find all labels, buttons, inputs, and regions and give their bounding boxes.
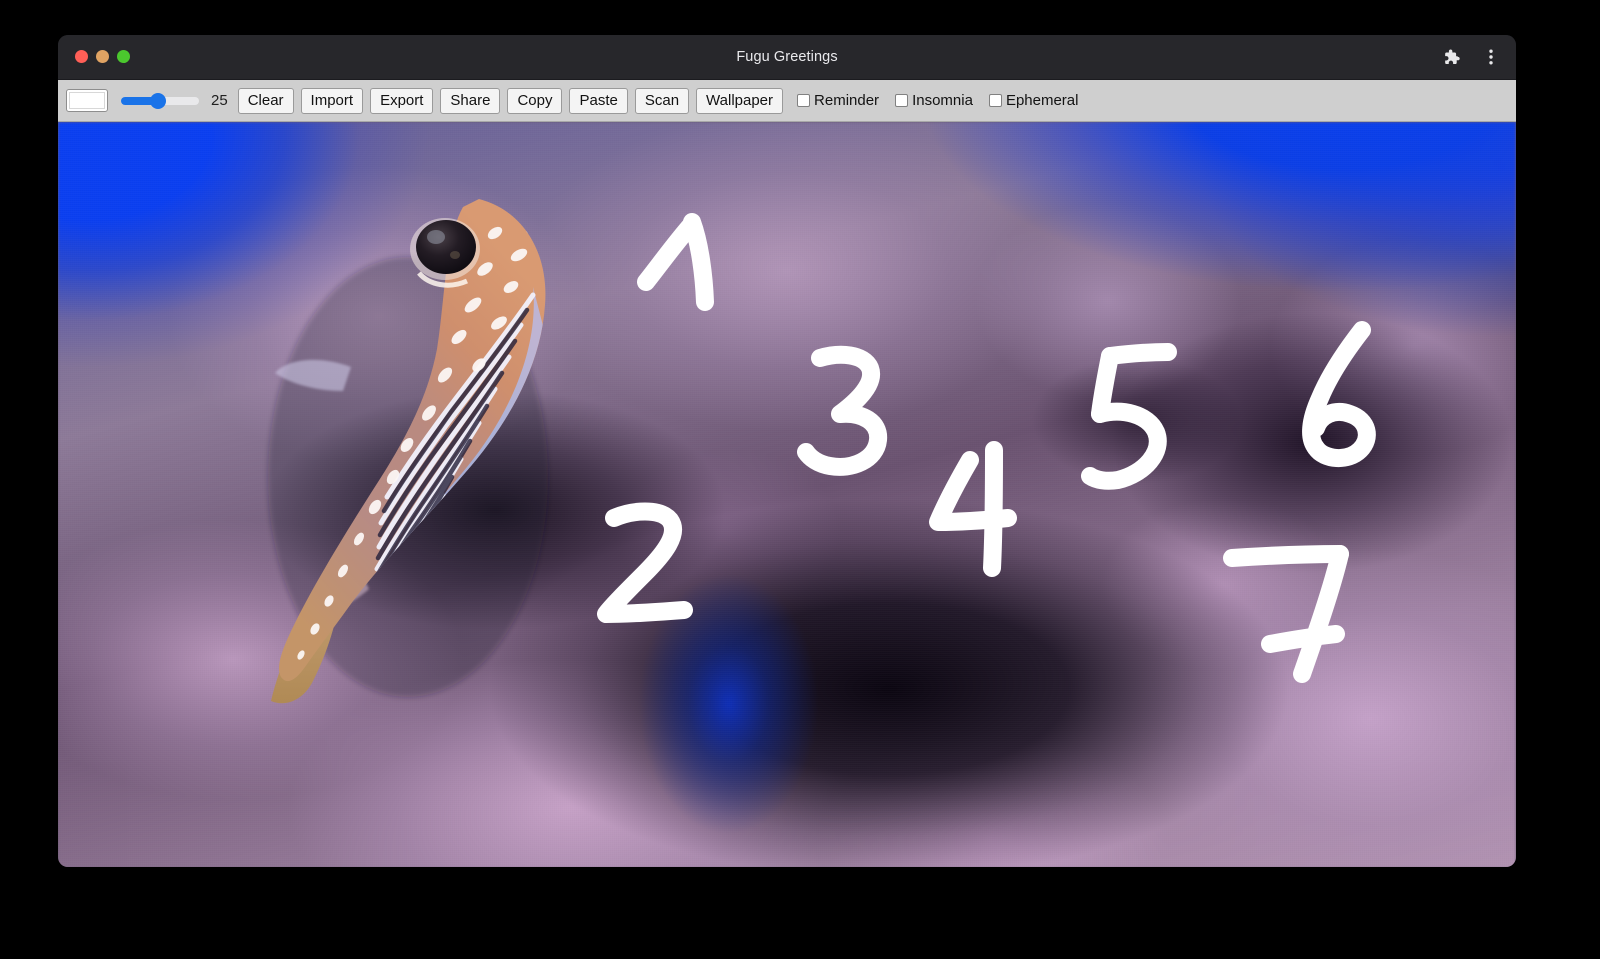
toolbar: 25 Clear Import Export Share Copy Paste …	[58, 80, 1516, 122]
slider-value-label: 25	[211, 92, 228, 109]
extensions-icon[interactable]	[1438, 44, 1464, 70]
line-width-slider[interactable]	[121, 92, 199, 109]
scan-button[interactable]: Scan	[634, 87, 690, 114]
export-button[interactable]: Export	[370, 87, 434, 114]
insomnia-checkbox-box[interactable]	[895, 94, 909, 107]
wallpaper-button[interactable]: Wallpaper	[696, 87, 784, 114]
ephemeral-checkbox-box[interactable]	[988, 94, 1002, 107]
title-bar-actions	[1438, 35, 1504, 79]
app-window: Fugu Greetings 25 Clear Import Export Sh…	[58, 35, 1516, 867]
color-swatch-inner	[69, 92, 105, 109]
background-photo	[58, 122, 1516, 867]
window-controls	[75, 50, 130, 63]
title-bar: Fugu Greetings	[58, 35, 1516, 80]
paste-button[interactable]: Paste	[569, 87, 628, 114]
window-title: Fugu Greetings	[736, 49, 838, 65]
reminder-checkbox[interactable]: Reminder	[797, 92, 879, 109]
insomnia-checkbox-label: Insomnia	[912, 92, 973, 109]
reminder-checkbox-box[interactable]	[797, 94, 811, 107]
ephemeral-checkbox-label: Ephemeral	[1005, 92, 1079, 109]
close-button[interactable]	[75, 50, 88, 63]
copy-button[interactable]: Copy	[507, 87, 563, 114]
color-picker-swatch[interactable]	[66, 89, 108, 112]
maximize-button[interactable]	[117, 50, 130, 63]
insomnia-checkbox[interactable]: Insomnia	[895, 92, 973, 109]
import-button[interactable]: Import	[300, 87, 364, 114]
screen: Fugu Greetings 25 Clear Import Export Sh…	[0, 0, 1600, 959]
share-button[interactable]: Share	[440, 87, 501, 114]
drawing-canvas[interactable]	[58, 122, 1516, 867]
clear-button[interactable]: Clear	[237, 87, 294, 114]
ephemeral-checkbox[interactable]: Ephemeral	[988, 92, 1079, 109]
reminder-checkbox-label: Reminder	[814, 92, 880, 109]
more-menu-icon[interactable]	[1478, 44, 1504, 70]
minimize-button[interactable]	[96, 50, 109, 63]
slider-thumb[interactable]	[149, 92, 166, 109]
